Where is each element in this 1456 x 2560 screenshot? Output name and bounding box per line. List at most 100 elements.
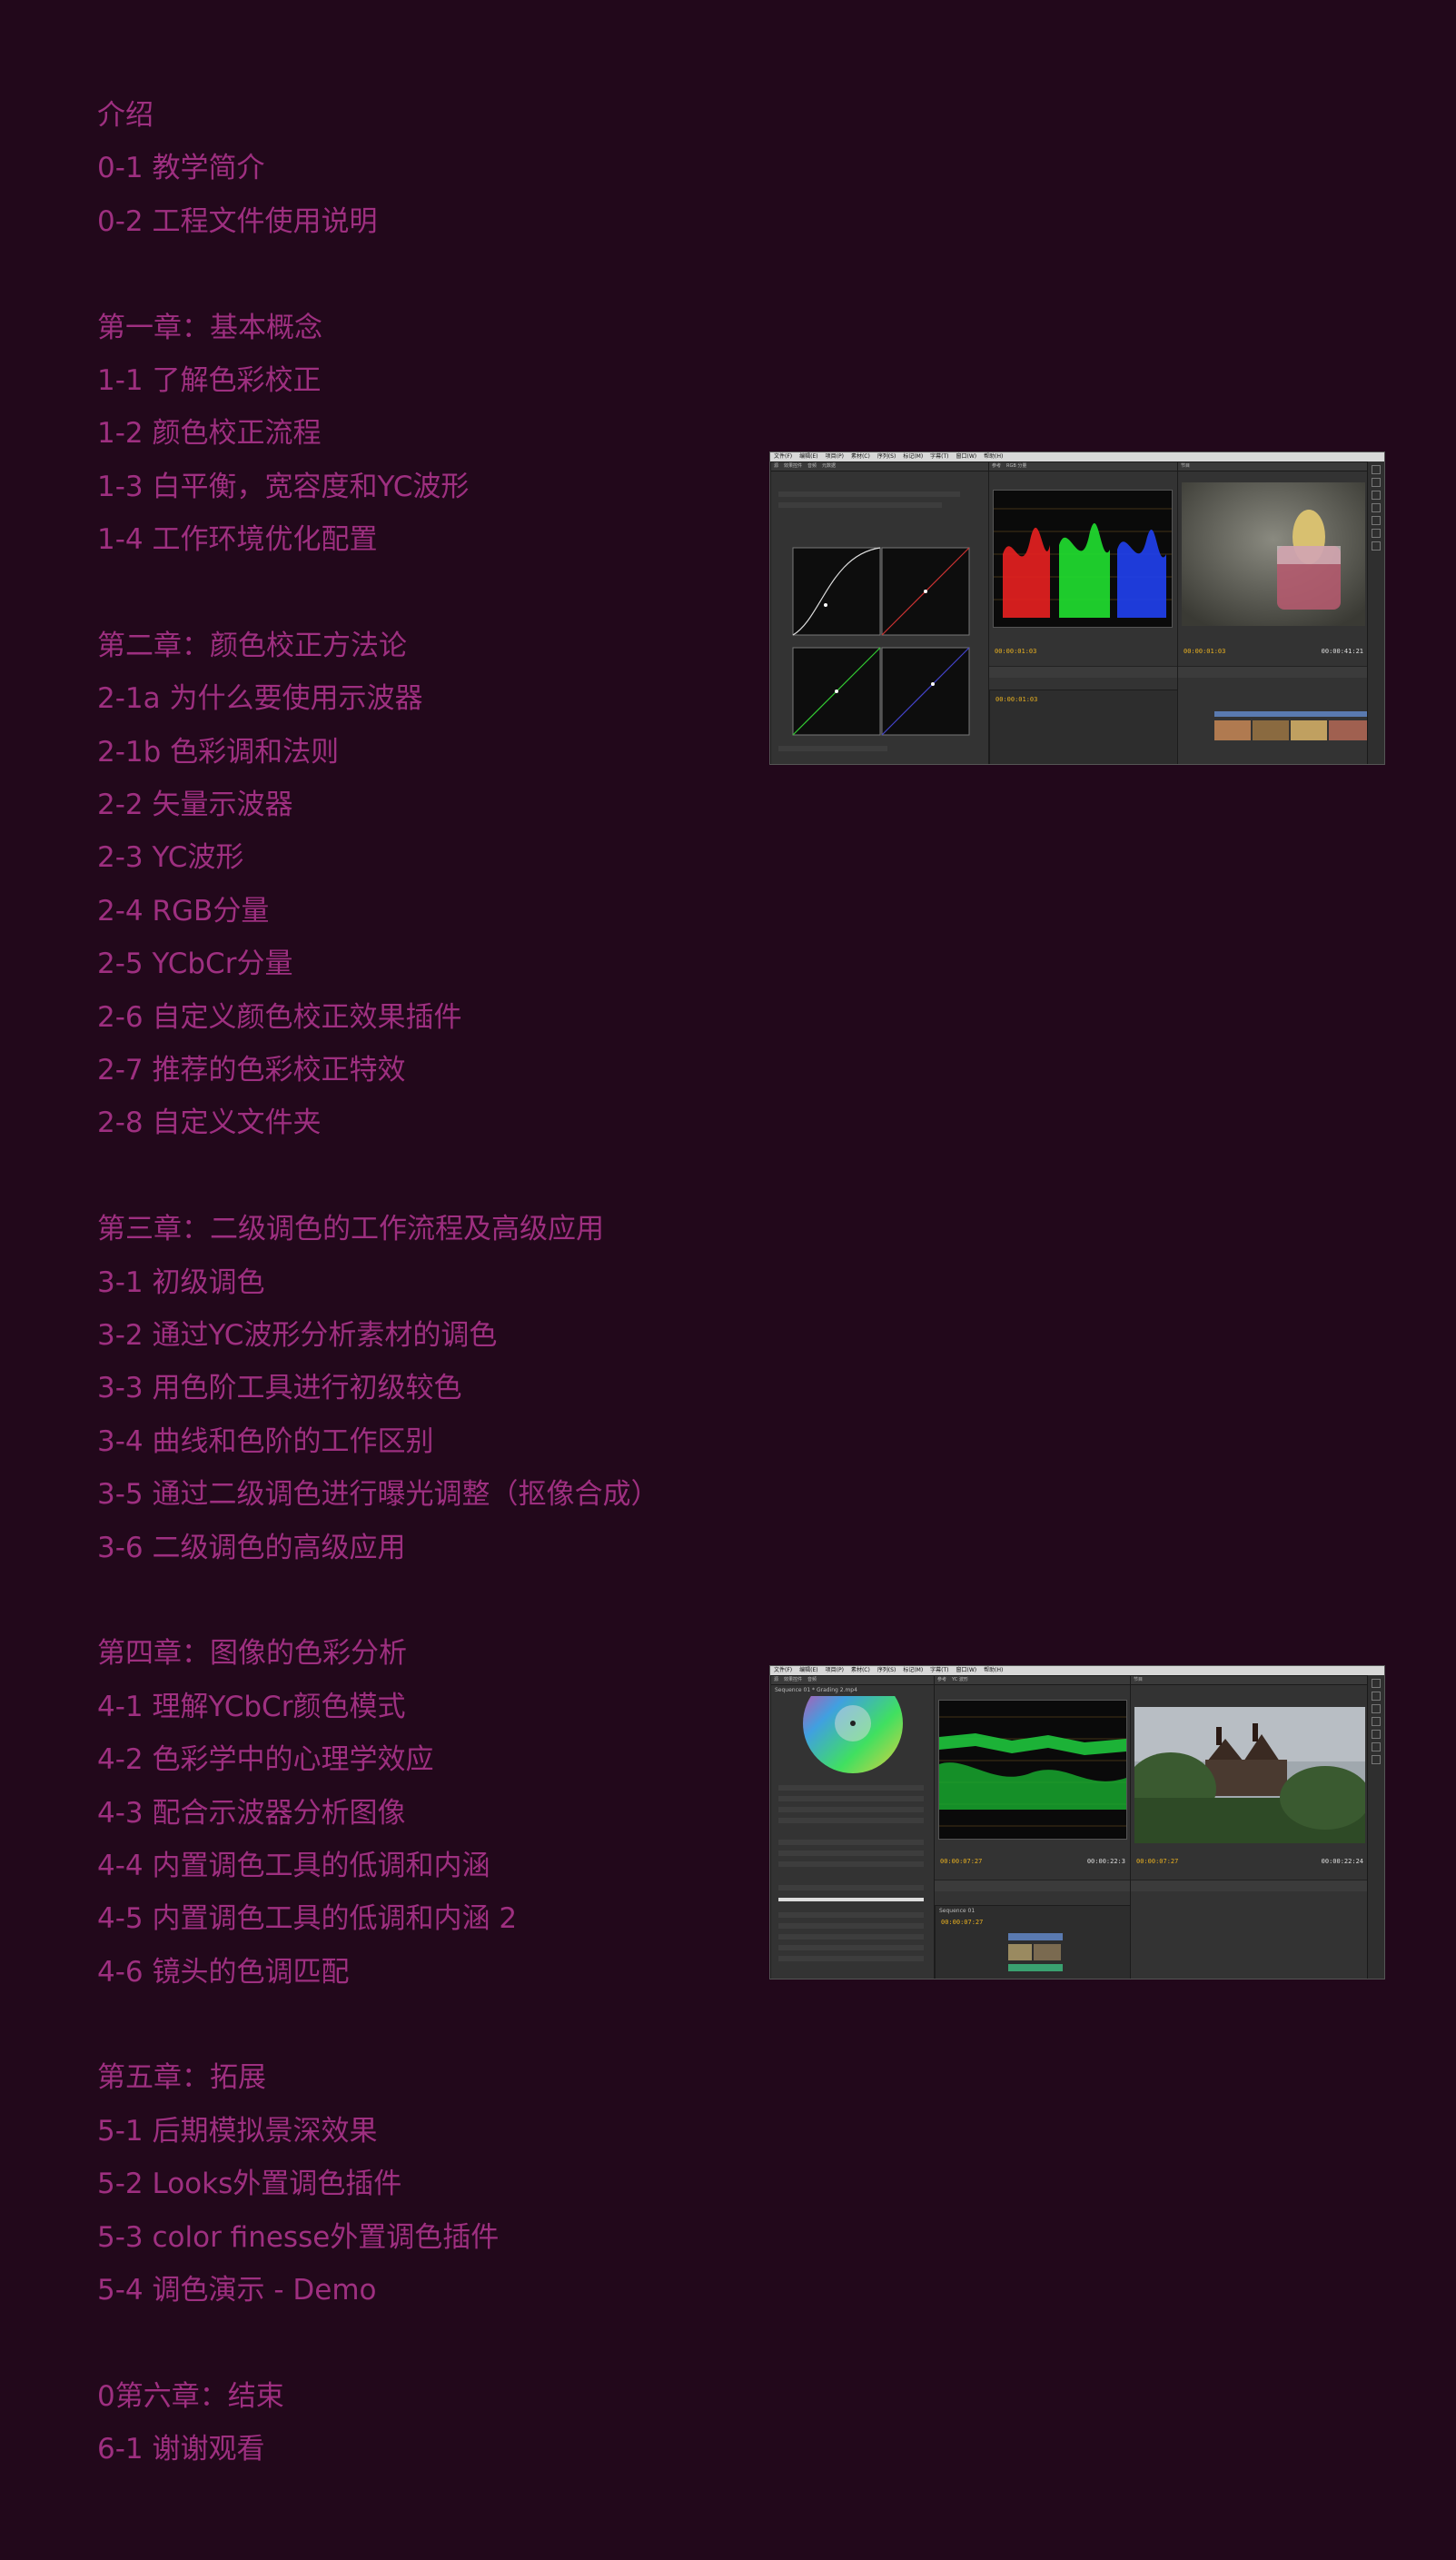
outline-item: 3-1 初级调色 <box>97 1265 265 1299</box>
source-timecode: 00:00:07:27 <box>940 1858 983 1865</box>
timeline-clips <box>1214 711 1369 740</box>
program-timecode: 00:00:07:27 <box>1136 1858 1179 1865</box>
source-timecode: 00:00:01:03 <box>995 648 1037 655</box>
outline-item: 4-3 配合示波器分析图像 <box>97 1796 406 1830</box>
outline-item: 6-1 谢谢观看 <box>97 2433 265 2466</box>
program-monitor-panel: 节目 00:00:01:03 00:00:41:21 <box>1177 461 1370 764</box>
source-transport-controls[interactable] <box>935 1880 1131 1891</box>
outline-item: 第二章：颜色校正方法论 <box>97 629 407 662</box>
menu-bar: 文件(F) 编辑(E) 项目(P) 素材(C) 序列(S) 标记(M) 字幕(T) 窗口(W)… <box>770 452 1384 461</box>
menu-item[interactable]: 项目(P) <box>826 453 844 460</box>
menu-bar: 文件(F) 编辑(E) 项目(P) 素材(C) 序列(S) 标记(M) 字幕(T) 窗口(W)… <box>770 1666 1384 1675</box>
timeline-clips <box>1008 1933 1063 1971</box>
menu-item[interactable]: 标记(M) <box>903 1667 923 1673</box>
outline-item: 1-1 了解色彩校正 <box>97 363 322 397</box>
outline-item: 4-5 内置调色工具的低调和内涵 2 <box>97 1902 518 1936</box>
timeline-panel: 00:00:01:03 <box>989 690 1180 764</box>
program-timecode: 00:00:01:03 <box>1184 648 1226 655</box>
outline-item: 3-6 二级调色的高级应用 <box>97 1531 406 1564</box>
screenshot-color-wheel-waveform: 文件(F) 编辑(E) 项目(P) 素材(C) 序列(S) 标记(M) 字幕(T) 窗口(W)… <box>769 1665 1385 1980</box>
tools-panel <box>1367 461 1384 764</box>
menu-item[interactable]: 字幕(T) <box>930 453 948 460</box>
outline-item: 3-5 通过二级调色进行曝光调整（抠像合成） <box>97 1478 659 1512</box>
outline-item: 5-2 Looks外置调色插件 <box>97 2168 402 2201</box>
program-monitor-panel: 节目 00:00:07:27 00:00:22:24 <box>1130 1675 1370 1979</box>
screenshot-curves-rgb-parade: 文件(F) 编辑(E) 项目(P) 素材(C) 序列(S) 标记(M) 字幕(T) 窗口(W)… <box>769 451 1385 765</box>
outline-item: 5-3 color finesse外置调色插件 <box>97 2220 500 2254</box>
outline-item: 2-1b 色彩调和法则 <box>97 735 340 769</box>
outline-item: 第五章：拓展 <box>97 2061 266 2095</box>
outline-item: 4-4 内置调色工具的低调和内涵 <box>97 1849 490 1882</box>
timeline-panel: Sequence 01 00:00:07:27 <box>935 1905 1133 1979</box>
menu-item[interactable]: 标记(M) <box>903 453 923 460</box>
timeline-timecode: 00:00:07:27 <box>941 1919 984 1926</box>
tools-panel <box>1367 1675 1384 1979</box>
effect-controls-panel: 源效果控件 音频 Sequence 01 * Grading 2.mp4 <box>770 1675 936 1979</box>
menu-item[interactable]: 帮助(H) <box>984 453 1003 460</box>
scope-panel: 参考 YC 波形 00:00:07:27 00:00:22:3 Sequence … <box>934 1675 1133 1979</box>
outline-item: 4-1 理解YCbCr颜色模式 <box>97 1690 406 1723</box>
menu-item[interactable]: 窗口(W) <box>956 453 977 460</box>
outline-item: 2-8 自定义文件夹 <box>97 1106 322 1140</box>
course-outline: 介绍 0-1 教学简介 0-2 工程文件使用说明 第一章：基本概念 1-1 了解色彩校正… <box>97 89 733 2476</box>
outline-item: 第三章：二级调色的工作流程及高级应用 <box>97 1213 604 1246</box>
menu-item[interactable]: 字幕(T) <box>930 1667 948 1673</box>
effect-parameters <box>778 1785 924 1961</box>
menu-item[interactable]: 帮助(H) <box>984 1667 1003 1673</box>
source-transport-controls[interactable] <box>989 666 1178 678</box>
outline-item: 0-2 工程文件使用说明 <box>97 204 378 238</box>
program-video-frame <box>1182 482 1365 626</box>
outline-item: 0第六章：结束 <box>97 2379 284 2413</box>
menu-item[interactable]: 文件(F) <box>774 1667 792 1673</box>
outline-item: 2-1a 为什么要使用示波器 <box>97 682 423 716</box>
program-duration: 00:00:41:21 <box>1321 648 1363 655</box>
outline-item: 2-4 RGB分量 <box>97 894 270 928</box>
outline-item: 3-2 通过YC波形分析素材的调色 <box>97 1318 498 1352</box>
outline-item: 2-2 矢量示波器 <box>97 789 293 822</box>
menu-item[interactable]: 素材(C) <box>851 1667 870 1673</box>
effect-controls-panel: 源效果控件 音频 元数据 <box>770 461 990 764</box>
scope-panel: 参考 RGB 分量 00:00:01:03 00:00:01:03 <box>988 461 1180 764</box>
outline-item: 4-6 镜头的色调匹配 <box>97 1955 350 1989</box>
outline-item: 5-1 后期模拟景深效果 <box>97 2114 378 2148</box>
outline-item: 3-4 曲线和色阶的工作区别 <box>97 1424 434 1458</box>
curves-panel <box>778 491 970 751</box>
program-duration: 00:00:22:24 <box>1321 1858 1363 1865</box>
outline-item: 2-7 推荐的色彩校正特效 <box>97 1054 406 1087</box>
timeline-title: Sequence 01 <box>939 1908 976 1914</box>
outline-item: 第四章：图像的色彩分析 <box>97 1637 407 1671</box>
program-transport-controls[interactable] <box>1131 1880 1369 1891</box>
outline-item: 3-3 用色阶工具进行初级较色 <box>97 1372 462 1405</box>
color-wheel[interactable] <box>789 1696 916 1778</box>
outline-item: 1-2 颜色校正流程 <box>97 417 322 451</box>
menu-item[interactable]: 序列(S) <box>877 1667 896 1673</box>
menu-item[interactable]: 编辑(E) <box>799 453 817 460</box>
source-duration: 00:00:22:3 <box>1086 1858 1125 1865</box>
menu-item[interactable]: 文件(F) <box>774 453 792 460</box>
outline-item: 4-2 色彩学中的心理学效应 <box>97 1743 434 1777</box>
menu-item[interactable]: 编辑(E) <box>799 1667 817 1673</box>
outline-item: 2-5 YCbCr分量 <box>97 948 293 981</box>
outline-item: 5-4 调色演示 - Demo <box>97 2274 377 2307</box>
rgb-parade-scope <box>993 490 1173 628</box>
outline-item: 介绍 <box>97 99 154 132</box>
timeline-timecode: 00:00:01:03 <box>995 696 1038 703</box>
outline-item: 1-4 工作环境优化配置 <box>97 523 378 557</box>
outline-item: 1-3 白平衡，宽容度和YC波形 <box>97 470 470 503</box>
program-video-frame <box>1134 1707 1365 1843</box>
outline-item: 0-1 教学简介 <box>97 152 265 185</box>
menu-item[interactable]: 项目(P) <box>826 1667 844 1673</box>
menu-item[interactable]: 序列(S) <box>877 453 896 460</box>
program-transport-controls[interactable] <box>1178 666 1369 678</box>
effect-controls-title: Sequence 01 * Grading 2.mp4 <box>775 1687 857 1693</box>
outline-item: 2-3 YC波形 <box>97 841 244 875</box>
yc-waveform-scope <box>938 1700 1127 1840</box>
menu-item[interactable]: 素材(C) <box>851 453 870 460</box>
menu-item[interactable]: 窗口(W) <box>956 1667 977 1673</box>
